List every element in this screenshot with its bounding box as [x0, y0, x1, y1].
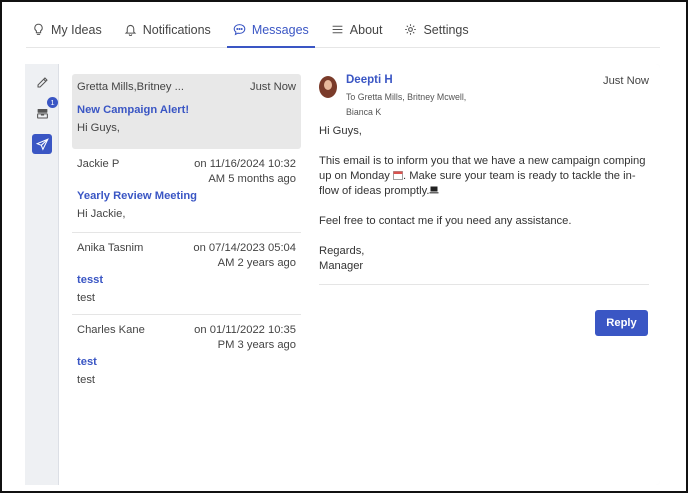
message-preview: test	[77, 374, 96, 386]
message-item[interactable]: Gretta Mills,Britney ... Just Now New Ca…	[72, 74, 301, 149]
paper-plane-icon	[35, 137, 49, 151]
reply-button[interactable]: Reply	[595, 310, 648, 336]
message-from: Gretta Mills,Britney ...	[77, 81, 184, 93]
gear-icon	[405, 24, 417, 35]
body-signature: Manager	[319, 260, 364, 272]
message-from: Anika Tasnim	[77, 242, 144, 254]
tab-label: About	[349, 22, 383, 37]
message-subject: New Campaign Alert!	[77, 104, 190, 116]
message-from: Jackie P	[77, 158, 120, 170]
detail-recipients: To Gretta Mills, Britney Mcwell, Bianca …	[346, 92, 467, 117]
message-time: on 07/14/2023 05:04 AM 2 years ago	[193, 242, 296, 269]
tab-notifications[interactable]: Notifications	[118, 12, 217, 47]
body-greeting: Hi Guys,	[319, 125, 362, 137]
compose-button[interactable]	[32, 72, 52, 92]
messages-content: Gretta Mills,Britney ... Just Now New Ca…	[59, 64, 660, 485]
message-subject: tesst	[77, 274, 104, 286]
detail-sender[interactable]: Deepti H	[346, 74, 393, 86]
message-item[interactable]: Anika Tasnim on 07/14/2023 05:04 AM 2 ye…	[72, 233, 301, 315]
body-closing: Feel free to contact me if you need any …	[319, 215, 572, 227]
message-item[interactable]: Charles Kane on 01/11/2022 10:35 PM 3 ye…	[72, 315, 301, 397]
inbox-button[interactable]: 1	[32, 97, 58, 123]
message-from: Charles Kane	[77, 324, 145, 336]
app-frame: My Ideas Notifications Messages About Se…	[0, 0, 688, 493]
detail-time: Just Now	[602, 75, 649, 87]
pencil-icon	[37, 76, 48, 87]
bell-icon	[124, 24, 136, 36]
tab-label: Notifications	[142, 22, 211, 37]
menu-lines-icon	[332, 25, 343, 34]
tab-my-ideas[interactable]: My Ideas	[26, 12, 108, 47]
tab-messages[interactable]: Messages	[226, 12, 315, 48]
lightbulb-icon	[34, 23, 43, 35]
message-subject: Yearly Review Meeting	[77, 190, 198, 202]
body-signoff: Regards,	[319, 245, 365, 257]
message-time: on 01/11/2022 10:35 PM 3 years ago	[194, 324, 296, 351]
message-preview: Hi Jackie,	[77, 208, 126, 220]
message-list: Gretta Mills,Britney ... Just Now New Ca…	[72, 74, 301, 397]
chat-icon	[233, 24, 246, 36]
laptop-icon	[429, 186, 439, 194]
tab-about[interactable]: About	[325, 12, 389, 47]
message-preview: test	[77, 292, 96, 304]
tab-settings[interactable]: Settings	[398, 12, 474, 47]
top-nav: My Ideas Notifications Messages About Se…	[26, 12, 660, 48]
messages-panel: 1 Gretta Mills,Britney ... Just Now New …	[25, 64, 660, 485]
message-subject: test	[77, 356, 97, 368]
inbox-icon	[36, 108, 48, 118]
message-body: Hi Guys, This email is to inform you tha…	[319, 124, 649, 274]
tab-label: My Ideas	[51, 22, 102, 37]
calendar-icon	[393, 171, 403, 180]
message-time: Just Now	[249, 81, 296, 93]
message-preview: Hi Guys,	[77, 122, 120, 134]
avatar	[319, 76, 337, 98]
folder-rail: 1	[25, 64, 59, 485]
message-time: on 11/16/2024 10:32 AM 5 months ago	[194, 158, 296, 185]
sent-button[interactable]	[32, 134, 52, 154]
tab-label: Messages	[251, 22, 309, 37]
inbox-badge: 1	[47, 97, 58, 108]
message-item[interactable]: Jackie P on 11/16/2024 10:32 AM 5 months…	[72, 149, 301, 233]
tab-label: Settings	[423, 22, 469, 37]
body-paragraph: This email is to inform you that we have…	[319, 154, 649, 199]
divider	[319, 284, 649, 285]
